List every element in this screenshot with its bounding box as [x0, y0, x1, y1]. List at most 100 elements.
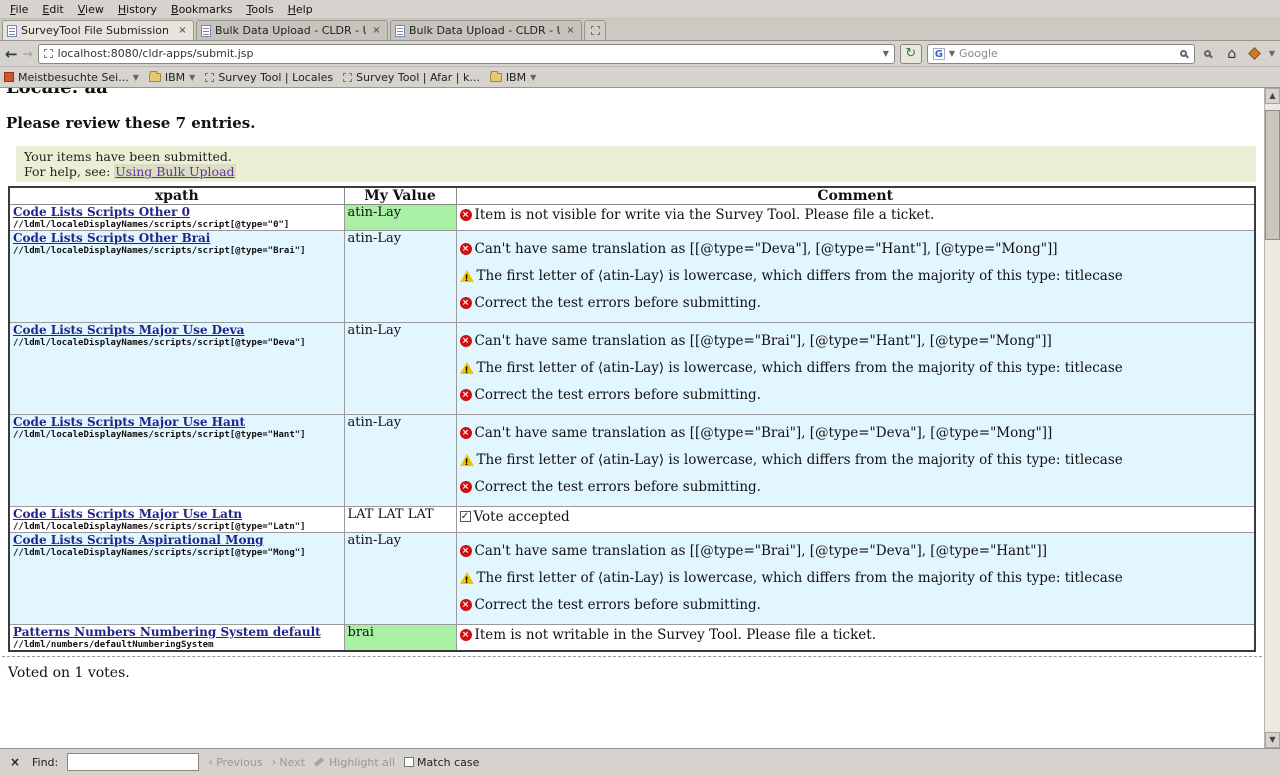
menu-bar: File Edit View History Bookmarks Tools H…	[0, 0, 1280, 19]
comment-line: ×Correct the test errors before submitti…	[460, 479, 1252, 496]
page-icon	[201, 25, 211, 37]
error-icon: ×	[460, 209, 472, 221]
tab-close-icon[interactable]: ×	[370, 24, 383, 37]
menu-view[interactable]: View	[71, 1, 111, 18]
xpath-link[interactable]: Patterns Numbers Numbering System defaul…	[13, 625, 321, 639]
comment-text: Correct the test errors before submittin…	[475, 387, 761, 404]
my-value-cell: atin-Lay	[344, 323, 456, 415]
bookmark-label: Survey Tool | Afar | k...	[356, 71, 480, 84]
page-icon	[395, 25, 405, 37]
page-body: Locale: aa Please review these 7 entries…	[0, 88, 1264, 748]
xpath-string: //ldml/localeDisplayNames/scripts/script…	[13, 220, 341, 230]
search-placeholder[interactable]: Google	[959, 47, 1176, 60]
search-bar[interactable]: G ▼ Google	[927, 44, 1195, 64]
comment-line: ✓Vote accepted	[460, 509, 1252, 526]
bookmark-folder-ibm-2[interactable]: IBM ▼	[490, 71, 536, 84]
search-go-icon[interactable]	[1180, 50, 1187, 57]
back-button[interactable]: ←	[5, 44, 18, 64]
menu-tools[interactable]: Tools	[239, 1, 280, 18]
menu-history[interactable]: History	[111, 1, 164, 18]
xpath-link[interactable]: Code Lists Scripts Other 0	[13, 205, 190, 219]
home-button[interactable]: ⌂	[1223, 45, 1241, 63]
error-icon: ×	[460, 389, 472, 401]
find-close-icon[interactable]: ×	[7, 755, 23, 769]
info-line-2: For help, see: Using Bulk Upload	[24, 164, 1248, 179]
toolbar-misc-button[interactable]	[1246, 45, 1264, 63]
forward-button[interactable]: →	[23, 44, 33, 64]
match-case-checkbox[interactable]	[404, 757, 414, 767]
comment-line: ×Item is not visible for write via the S…	[460, 207, 1252, 224]
menu-bookmarks[interactable]: Bookmarks	[164, 1, 239, 18]
find-input[interactable]	[67, 753, 199, 771]
voted-note: Voted on 1 votes.	[8, 665, 1264, 681]
review-table: xpath My Value Comment Code Lists Script…	[8, 186, 1256, 652]
xpath-link[interactable]: Code Lists Scripts Aspirational Mong	[13, 533, 264, 547]
xpath-link[interactable]: Code Lists Scripts Major Use Hant	[13, 415, 245, 429]
clipped-heading: Locale: aa	[6, 88, 1264, 98]
find-previous-label: Previous	[216, 756, 263, 769]
list-all-tabs-button[interactable]	[584, 20, 606, 40]
warning-icon	[460, 454, 474, 466]
tab-close-icon[interactable]: ×	[176, 24, 189, 37]
menu-help[interactable]: Help	[281, 1, 320, 18]
match-case-toggle[interactable]: Match case	[404, 756, 479, 769]
xpath-string: //ldml/localeDisplayNames/scripts/script…	[13, 430, 341, 440]
overflow-chevron-icon[interactable]: ▼	[1269, 49, 1275, 58]
table-row: Code Lists Scripts Major Use Deva //ldml…	[9, 323, 1255, 415]
bookmark-survey-tool-afar[interactable]: Survey Tool | Afar | k...	[343, 71, 480, 84]
scroll-up-icon[interactable]: ▲	[1265, 88, 1280, 104]
comment-line: ×Correct the test errors before submitti…	[460, 387, 1252, 404]
url-dropdown-icon[interactable]: ▼	[883, 49, 889, 58]
tab-bulk-data-upload-2[interactable]: Bulk Data Upload - CLDR - Un... ×	[390, 20, 582, 40]
tab-survey-file-submission[interactable]: SurveyTool File Submission | ... ×	[2, 20, 194, 40]
comment-line: ×Can't have same translation as [[@type=…	[460, 543, 1252, 560]
browser-viewport: Locale: aa Please review these 7 entries…	[0, 88, 1280, 748]
vertical-scrollbar[interactable]: ▲ ▼	[1264, 88, 1280, 748]
navigation-toolbar: ← → localhost:8080/cldr-apps/submit.jsp …	[0, 41, 1280, 67]
tab-title: SurveyTool File Submission | ...	[21, 24, 172, 37]
find-next-button[interactable]: ›Next	[272, 756, 305, 769]
header-comment: Comment	[456, 187, 1255, 205]
find-toolbar-icon[interactable]	[1200, 45, 1218, 63]
highlight-all-button[interactable]: Highlight all	[314, 756, 395, 769]
scroll-down-icon[interactable]: ▼	[1265, 732, 1280, 748]
my-value-cell: LAT LAT LAT	[344, 507, 456, 533]
xpath-string: //ldml/localeDisplayNames/scripts/script…	[13, 338, 341, 348]
scrollbar-thumb[interactable]	[1265, 110, 1280, 240]
comment-text: Correct the test errors before submittin…	[475, 479, 761, 496]
my-value-cell: atin-Lay	[344, 231, 456, 323]
bookmark-most-visited[interactable]: Meistbesuchte Sei... ▼	[4, 71, 139, 84]
xpath-link[interactable]: Code Lists Scripts Other Brai	[13, 231, 210, 245]
highlighter-icon	[314, 757, 324, 766]
tab-bulk-data-upload-1[interactable]: Bulk Data Upload - CLDR - Un... ×	[196, 20, 388, 40]
url-text[interactable]: localhost:8080/cldr-apps/submit.jsp	[58, 47, 878, 60]
bookmark-folder-ibm-1[interactable]: IBM ▼	[149, 71, 195, 84]
section-divider	[2, 656, 1262, 657]
find-label: Find:	[32, 756, 58, 769]
chevron-down-icon: ▼	[189, 73, 195, 82]
menu-file[interactable]: File	[3, 1, 35, 18]
chevron-left-icon: ‹	[208, 757, 213, 767]
comment-line: The first letter of ⟨atin-Lay⟩ is lowerc…	[460, 452, 1252, 469]
xpath-link[interactable]: Code Lists Scripts Major Use Latn	[13, 507, 242, 521]
xpath-link[interactable]: Code Lists Scripts Major Use Deva	[13, 323, 244, 337]
find-previous-button[interactable]: ‹Previous	[208, 756, 262, 769]
scrollbar-track[interactable]	[1265, 104, 1280, 732]
chevron-right-icon: ›	[272, 757, 277, 767]
comment-text: Correct the test errors before submittin…	[475, 597, 761, 614]
tab-close-icon[interactable]: ×	[564, 24, 577, 37]
search-engine-dropdown-icon[interactable]: ▼	[949, 49, 955, 58]
menu-edit[interactable]: Edit	[35, 1, 70, 18]
table-row: Code Lists Scripts Aspirational Mong //l…	[9, 533, 1255, 625]
url-bar[interactable]: localhost:8080/cldr-apps/submit.jsp ▼	[38, 44, 895, 64]
using-bulk-upload-link[interactable]: Using Bulk Upload	[114, 164, 235, 179]
reload-button[interactable]: ↻	[900, 44, 922, 64]
table-header-row: xpath My Value Comment	[9, 187, 1255, 205]
comment-text: Can't have same translation as [[@type="…	[475, 333, 1052, 350]
bookmark-label: IBM	[165, 71, 185, 84]
bookmark-survey-tool-locales[interactable]: Survey Tool | Locales	[205, 71, 333, 84]
comment-text: The first letter of ⟨atin-Lay⟩ is lowerc…	[477, 268, 1123, 285]
comment-line: The first letter of ⟨atin-Lay⟩ is lowerc…	[460, 570, 1252, 587]
bookmark-label: IBM	[506, 71, 526, 84]
error-icon: ×	[460, 629, 472, 641]
